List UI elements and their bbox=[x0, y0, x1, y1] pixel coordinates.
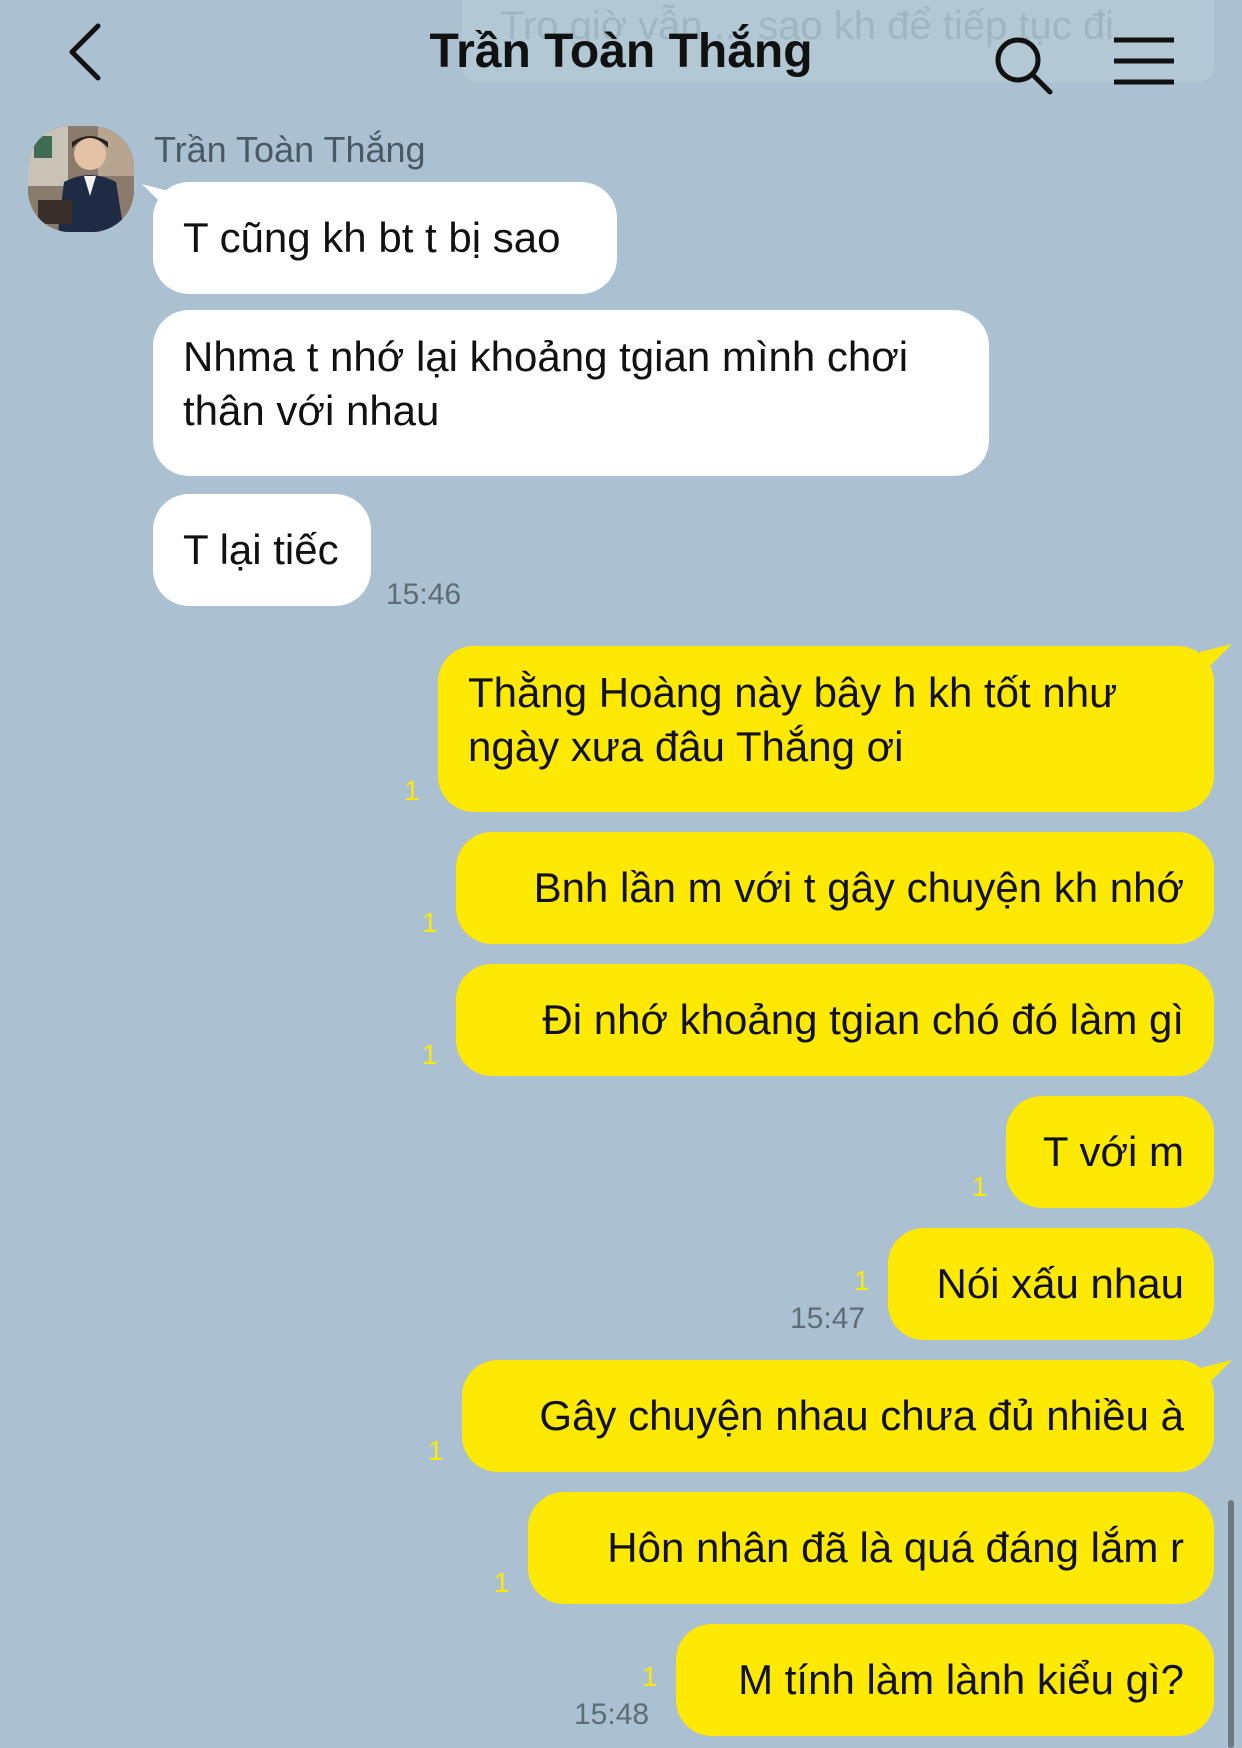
message-timestamp: 15:47 bbox=[790, 1302, 866, 1335]
outgoing-message[interactable]: M tính làm lành kiểu gì? bbox=[676, 1624, 1214, 1736]
unread-count: 1 bbox=[404, 775, 420, 806]
message-text: Bnh lần m với t gây chuyện kh nhớ bbox=[533, 864, 1184, 911]
sender-name: Trần Toàn Thắng bbox=[154, 129, 426, 170]
incoming-message[interactable]: T lại tiếc bbox=[153, 494, 371, 606]
message-text: Đi nhớ khoảng tgian chó đó làm gì bbox=[542, 996, 1184, 1043]
message-text: Nhma t nhớ lại khoảng tgian mình chơi th… bbox=[183, 333, 909, 434]
message-text: T cũng kh bt t bị sao bbox=[183, 214, 561, 261]
message-timestamp: 15:48 bbox=[574, 1698, 650, 1731]
message-text: Nói xấu nhau bbox=[936, 1260, 1184, 1307]
search-button[interactable] bbox=[992, 34, 1056, 98]
incoming-message[interactable]: Nhma t nhớ lại khoảng tgian mình chơi th… bbox=[153, 310, 989, 476]
outgoing-message[interactable]: Thằng Hoàng này bây h kh tốt như ngày xư… bbox=[438, 646, 1214, 812]
message-text: M tính làm lành kiểu gì? bbox=[738, 1656, 1184, 1703]
menu-icon bbox=[1114, 37, 1174, 85]
message-timestamp: 15:46 bbox=[386, 578, 462, 611]
outgoing-message[interactable]: Nói xấu nhau bbox=[888, 1228, 1214, 1340]
unread-count: 1 bbox=[428, 1435, 444, 1466]
menu-button[interactable] bbox=[1112, 34, 1176, 88]
back-button[interactable] bbox=[62, 22, 112, 82]
message-text: Gây chuyện nhau chưa đủ nhiều à bbox=[539, 1392, 1184, 1439]
outgoing-message[interactable]: Bnh lần m với t gây chuyện kh nhớ bbox=[456, 832, 1214, 944]
chat-header: Trần Toàn Thắng bbox=[0, 0, 1242, 110]
back-arrow-icon bbox=[69, 23, 101, 81]
unread-count: 1 bbox=[642, 1661, 658, 1692]
outgoing-message[interactable]: Đi nhớ khoảng tgian chó đó làm gì bbox=[456, 964, 1214, 1076]
unread-count: 1 bbox=[494, 1567, 510, 1598]
outgoing-message[interactable]: Gây chuyện nhau chưa đủ nhiều à bbox=[462, 1360, 1214, 1472]
message-text: Hôn nhân đã là quá đáng lắm r bbox=[607, 1524, 1184, 1571]
outgoing-message[interactable]: T với m bbox=[1006, 1096, 1214, 1208]
scrollbar[interactable] bbox=[1228, 1500, 1234, 1748]
outgoing-message[interactable]: Hôn nhân đã là quá đáng lắm r bbox=[528, 1492, 1214, 1604]
search-icon bbox=[995, 37, 1053, 95]
message-text: T với m bbox=[1042, 1128, 1184, 1175]
message-text: Thằng Hoàng này bây h kh tốt như ngày xư… bbox=[468, 669, 1118, 770]
unread-count: 1 bbox=[422, 1039, 438, 1070]
message-text: T lại tiếc bbox=[183, 526, 339, 573]
incoming-message[interactable]: T cũng kh bt t bị sao bbox=[153, 182, 617, 294]
chat-title: Trần Toàn Thắng bbox=[429, 25, 813, 78]
avatar-photo bbox=[28, 126, 134, 232]
contact-avatar[interactable] bbox=[28, 126, 134, 232]
unread-count: 1 bbox=[972, 1171, 988, 1202]
unread-count: 1 bbox=[854, 1265, 870, 1296]
unread-count: 1 bbox=[422, 907, 438, 938]
